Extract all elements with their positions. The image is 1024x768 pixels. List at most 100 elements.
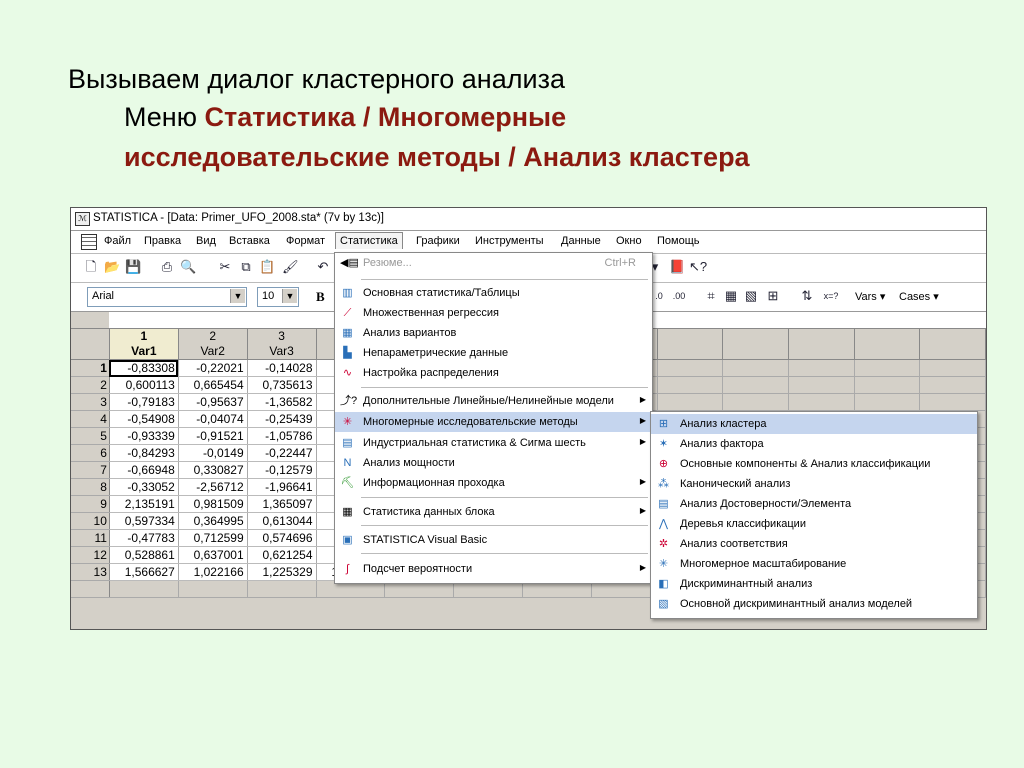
table-cell[interactable]: 0,613044 bbox=[247, 512, 317, 530]
table-cell[interactable]: -0,12579 bbox=[247, 461, 317, 479]
table-cell[interactable]: -0,22021 bbox=[178, 359, 248, 377]
row-header[interactable]: 6 bbox=[71, 444, 110, 462]
undo-icon[interactable]: ↶ bbox=[315, 259, 331, 275]
row-header[interactable]: 13 bbox=[71, 563, 110, 581]
submenu-item-cluster-analysis[interactable]: ⊞ Анализ кластера bbox=[651, 414, 977, 434]
menu-item-resume[interactable]: ◀▤ Резюме... Ctrl+R bbox=[335, 253, 652, 273]
submenu-item-discriminant[interactable]: ◧ Дискриминантный анализ bbox=[651, 574, 977, 594]
table-cell[interactable]: -1,36582 bbox=[247, 393, 317, 411]
menu-edit[interactable]: Правка bbox=[144, 235, 181, 247]
table-cell[interactable]: -0,33052 bbox=[109, 478, 179, 496]
table-cell[interactable]: 0,637001 bbox=[178, 546, 248, 564]
all-specs-icon[interactable]: ▧ bbox=[743, 288, 759, 304]
menu-item-probability-calculator[interactable]: ∫ Подсчет вероятности ▶ bbox=[335, 559, 652, 579]
formula-icon[interactable]: x=? bbox=[823, 288, 839, 304]
table-cell[interactable]: 0,665454 bbox=[178, 376, 248, 394]
format-painter-icon[interactable]: 🖌 bbox=[282, 259, 299, 275]
submenu-item-canonical-analysis[interactable]: ⁂ Канонический анализ bbox=[651, 474, 977, 494]
chevron-down-icon[interactable]: ▼ bbox=[282, 289, 297, 303]
table-cell[interactable]: -0,25439 bbox=[247, 410, 317, 428]
menu-tools[interactable]: Инструменты bbox=[475, 235, 544, 247]
vars-dropdown[interactable]: Vars ▾ bbox=[855, 290, 885, 303]
new-file-icon[interactable]: 🗋 bbox=[83, 259, 99, 275]
submenu-item-factor-analysis[interactable]: ✶ Анализ фактора bbox=[651, 434, 977, 454]
print-icon[interactable]: ⎙ bbox=[159, 259, 175, 275]
bold-button[interactable]: B bbox=[316, 289, 325, 305]
column-header[interactable]: 1 Var1 bbox=[109, 328, 179, 360]
copy-icon[interactable]: ⧉ bbox=[238, 259, 254, 275]
table-cell[interactable]: 0,597334 bbox=[109, 512, 179, 530]
table-cell[interactable]: 0,600113 bbox=[109, 376, 179, 394]
menu-item-visual-basic[interactable]: ▣ STATISTICA Visual Basic bbox=[335, 530, 652, 550]
table-cell[interactable]: -0,95637 bbox=[178, 393, 248, 411]
variable-specs-icon[interactable]: ▦ bbox=[723, 288, 739, 304]
table-cell[interactable]: 0,735613 bbox=[247, 376, 317, 394]
table-cell[interactable]: -1,05786 bbox=[247, 427, 317, 445]
table-cell[interactable]: -0,83308 bbox=[109, 359, 179, 377]
table-cell[interactable]: -1,96641 bbox=[247, 478, 317, 496]
row-header[interactable]: 7 bbox=[71, 461, 110, 479]
table-cell[interactable]: -0,79183 bbox=[109, 393, 179, 411]
table-cell[interactable]: -0,22447 bbox=[247, 444, 317, 462]
table-cell[interactable]: 1,365097 bbox=[247, 495, 317, 513]
submenu-item-general-discriminant[interactable]: ▧ Основной дискриминантный анализ моделей bbox=[651, 594, 977, 614]
table-cell[interactable]: 0,574696 bbox=[247, 529, 317, 547]
row-header[interactable]: 8 bbox=[71, 478, 110, 496]
save-icon[interactable]: 💾 bbox=[125, 259, 141, 275]
table-cell[interactable]: 0,364995 bbox=[178, 512, 248, 530]
table-cell[interactable]: 0,330827 bbox=[178, 461, 248, 479]
table-cell[interactable]: -0,47783 bbox=[109, 529, 179, 547]
menu-item-industrial-stats[interactable]: ▤ Индустриальная статистика & Сигма шесть… bbox=[335, 433, 652, 453]
sort-icon[interactable]: ⇅ bbox=[799, 288, 815, 304]
table-cell[interactable]: -0,54908 bbox=[109, 410, 179, 428]
row-header[interactable]: 12 bbox=[71, 546, 110, 564]
decrease-decimal-icon[interactable]: .00 bbox=[671, 288, 687, 304]
row-header[interactable]: 11 bbox=[71, 529, 110, 547]
submenu-item-reliability[interactable]: ▤ Анализ Достоверности/Элемента bbox=[651, 494, 977, 514]
row-header[interactable]: 9 bbox=[71, 495, 110, 513]
menu-item-power-analysis[interactable]: N Анализ мощности bbox=[335, 453, 652, 473]
table-cell[interactable]: 1,566627 bbox=[109, 563, 179, 581]
table-cell[interactable]: -0,04074 bbox=[178, 410, 248, 428]
menu-item-anova[interactable]: ▦ Анализ вариантов bbox=[335, 323, 652, 343]
submenu-item-correspondence[interactable]: ✲ Анализ соответствия bbox=[651, 534, 977, 554]
menu-item-distribution-fitting[interactable]: ∿ Настройка распределения bbox=[335, 363, 652, 383]
menu-graphs[interactable]: Графики bbox=[416, 235, 460, 247]
table-cell[interactable]: 0,528861 bbox=[109, 546, 179, 564]
row-header[interactable]: 2 bbox=[71, 376, 110, 394]
menu-item-basic-stats[interactable]: ▥ Основная статистика/Таблицы bbox=[335, 283, 652, 303]
print-preview-icon[interactable]: 🔍 bbox=[180, 259, 196, 275]
menu-statistics[interactable]: Статистика bbox=[335, 232, 403, 249]
table-cell[interactable]: 1,022166 bbox=[178, 563, 248, 581]
submenu-item-classification-trees[interactable]: ⋀ Деревья классификации bbox=[651, 514, 977, 534]
table-cell[interactable]: 0,621254 bbox=[247, 546, 317, 564]
table-cell[interactable]: 2,135191 bbox=[109, 495, 179, 513]
table-cell[interactable]: -0,93339 bbox=[109, 427, 179, 445]
menu-window[interactable]: Окно bbox=[616, 235, 642, 247]
column-header[interactable]: 3 Var3 bbox=[247, 328, 317, 360]
increase-decimal-icon[interactable]: .0 bbox=[651, 288, 667, 304]
cases-dropdown[interactable]: Cases ▾ bbox=[899, 290, 939, 303]
table-cell[interactable]: 0,712599 bbox=[178, 529, 248, 547]
table-cell[interactable]: 0,981509 bbox=[178, 495, 248, 513]
table-cell[interactable]: -0,66948 bbox=[109, 461, 179, 479]
menu-item-data-mining[interactable]: ⛏ Информационная проходка ▶ bbox=[335, 473, 652, 493]
table-cell[interactable]: -0,91521 bbox=[178, 427, 248, 445]
corner-cell[interactable] bbox=[71, 328, 110, 360]
menu-format[interactable]: Формат bbox=[286, 235, 325, 247]
submenu-item-mds[interactable]: ✳ Многомерное масштабирование bbox=[651, 554, 977, 574]
menu-data[interactable]: Данные bbox=[561, 235, 601, 247]
cut-icon[interactable]: ✂ bbox=[217, 259, 233, 275]
row-header[interactable]: 10 bbox=[71, 512, 110, 530]
table-cell[interactable]: -0,0149 bbox=[178, 444, 248, 462]
chevron-down-icon[interactable]: ▼ bbox=[230, 289, 245, 303]
spreadsheet-icon[interactable] bbox=[81, 234, 97, 250]
row-header[interactable]: 3 bbox=[71, 393, 110, 411]
font-select[interactable]: Arial ▼ bbox=[87, 287, 247, 307]
menu-item-nonparametric[interactable]: ▙ Непараметрические данные bbox=[335, 343, 652, 363]
font-size-select[interactable]: 10 ▼ bbox=[257, 287, 299, 307]
menu-item-multivariate[interactable]: ✳ Многомерные исследовательские методы ▶ bbox=[335, 412, 652, 432]
table-cell[interactable]: 1,225329 bbox=[247, 563, 317, 581]
row-header[interactable]: 5 bbox=[71, 427, 110, 445]
row-header[interactable]: 1 bbox=[71, 359, 110, 377]
